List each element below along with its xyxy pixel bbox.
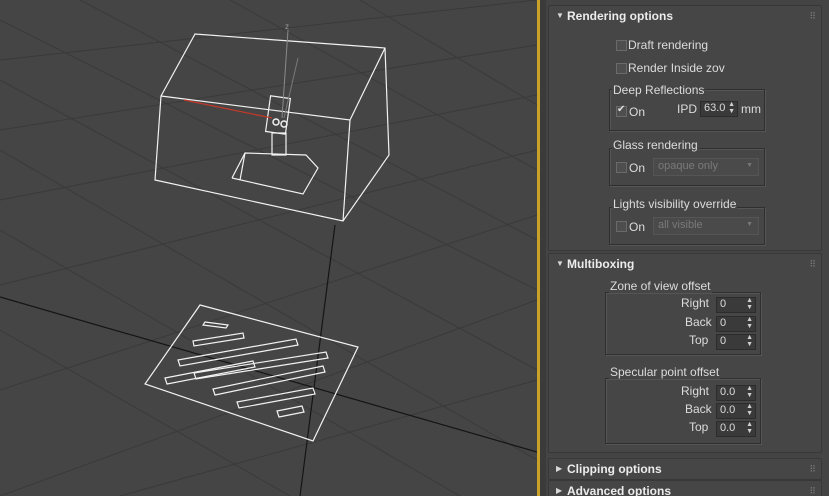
pivot-marker bbox=[272, 118, 280, 126]
spinner-arrows-icon[interactable]: ▲ ▼ bbox=[746, 316, 753, 330]
ipd-value: 63.0 bbox=[704, 102, 726, 114]
draft-rendering-checkbox[interactable] bbox=[616, 40, 627, 51]
rollout-title: Advanced options bbox=[567, 484, 672, 496]
zov-back-label: Back bbox=[685, 315, 712, 329]
zov-right-spinner[interactable]: 0 ▲ ▼ bbox=[716, 297, 756, 313]
pivot-marker-2 bbox=[280, 120, 288, 128]
zov-back-spinner[interactable]: 0 ▲ ▼ bbox=[716, 316, 756, 332]
lights-visibility-mode-dropdown[interactable]: all visible ▼ bbox=[653, 217, 759, 235]
expand-arrow-icon: ▶ bbox=[556, 486, 563, 495]
ipd-unit: mm bbox=[741, 102, 761, 116]
deep-reflections-on-checkbox[interactable] bbox=[616, 104, 627, 117]
collapse-arrow-icon: ▼ bbox=[556, 259, 564, 268]
zov-right-label: Right bbox=[681, 296, 710, 310]
rollout-header-advanced-options[interactable]: ▶ Advanced options ⠿ bbox=[549, 481, 821, 496]
chevron-down-icon: ▼ bbox=[746, 221, 753, 228]
3d-viewport[interactable]: z bbox=[0, 0, 537, 496]
group-title-glass-rendering: Glass rendering bbox=[612, 138, 699, 152]
zov-top-label: Top bbox=[689, 333, 709, 347]
rollout-advanced-options: ▶ Advanced options ⠿ bbox=[548, 480, 822, 496]
z-axis-label: z bbox=[285, 22, 289, 31]
rollout-multiboxing: ▼ Multiboxing ⠿ Zone of view offset Righ… bbox=[548, 253, 822, 453]
group-title-lights-visibility: Lights visibility override bbox=[612, 197, 738, 211]
spinner-arrows-icon[interactable]: ▲ ▼ bbox=[746, 297, 753, 311]
drag-grip-icon[interactable]: ⠿ bbox=[809, 11, 816, 22]
zov-top-spinner[interactable]: 0 ▲ ▼ bbox=[716, 334, 756, 350]
rollout-title: Clipping options bbox=[567, 462, 662, 476]
zov-right-value: 0 bbox=[720, 298, 727, 310]
rollout-title: Rendering options bbox=[567, 9, 673, 23]
specular-right-label: Right bbox=[681, 384, 710, 398]
specular-top-spinner[interactable]: 0.0 ▲ ▼ bbox=[716, 421, 756, 437]
lights-visibility-on-label: On bbox=[629, 220, 646, 234]
specular-back-label: Back bbox=[685, 402, 712, 416]
chevron-down-icon: ▼ bbox=[746, 162, 753, 169]
glass-rendering-mode-value: opaque only bbox=[658, 160, 718, 172]
viewport-scene: z bbox=[0, 0, 537, 496]
rollout-header-rendering-options[interactable]: ▼ Rendering options ⠿ bbox=[549, 6, 821, 26]
group-title-zov-offset: Zone of view offset bbox=[609, 279, 712, 293]
drag-grip-icon[interactable]: ⠿ bbox=[809, 464, 816, 475]
projection-plane-wireframe bbox=[144, 304, 359, 442]
draft-rendering-label: Draft rendering bbox=[628, 38, 709, 52]
render-inside-zov-label: Render Inside zov bbox=[628, 61, 725, 75]
rollout-rendering-options: ▼ Rendering options ⠿ Draft rendering Re… bbox=[548, 5, 822, 251]
zov-top-value: 0 bbox=[720, 335, 727, 347]
rollout-header-multiboxing[interactable]: ▼ Multiboxing ⠿ bbox=[549, 254, 821, 274]
drag-grip-icon[interactable]: ⠿ bbox=[809, 486, 816, 496]
drag-grip-icon[interactable]: ⠿ bbox=[809, 259, 816, 270]
rollout-title: Multiboxing bbox=[567, 257, 635, 271]
grid-lines bbox=[0, 0, 537, 496]
specular-top-value: 0.0 bbox=[720, 422, 736, 434]
ipd-label: IPD bbox=[677, 102, 698, 116]
specular-top-label: Top bbox=[689, 420, 709, 434]
collapse-arrow-icon: ▼ bbox=[556, 11, 564, 20]
specular-right-spinner[interactable]: 0.0 ▲ ▼ bbox=[716, 385, 756, 401]
spinner-arrows-icon[interactable]: ▲ ▼ bbox=[728, 101, 735, 115]
y-axis-line bbox=[283, 57, 299, 119]
expand-arrow-icon: ▶ bbox=[556, 464, 563, 473]
spinner-arrows-icon[interactable]: ▲ ▼ bbox=[746, 385, 753, 399]
specular-right-value: 0.0 bbox=[720, 386, 736, 398]
glass-rendering-mode-dropdown[interactable]: opaque only ▼ bbox=[653, 158, 759, 176]
spinner-arrows-icon[interactable]: ▲ ▼ bbox=[746, 403, 753, 417]
lights-visibility-mode-value: all visible bbox=[658, 219, 703, 231]
zov-back-value: 0 bbox=[720, 317, 727, 329]
render-inside-zov-checkbox[interactable] bbox=[616, 63, 627, 74]
spinner-arrows-icon[interactable]: ▲ ▼ bbox=[746, 334, 753, 348]
rollout-header-clipping-options[interactable]: ▶ Clipping options ⠿ bbox=[549, 459, 821, 479]
grid-main-axes bbox=[0, 224, 537, 496]
deep-reflections-on-label: On bbox=[629, 105, 646, 119]
lights-visibility-on-checkbox[interactable] bbox=[616, 221, 627, 232]
glass-rendering-on-checkbox[interactable] bbox=[616, 162, 627, 173]
group-title-specular-offset: Specular point offset bbox=[609, 365, 721, 379]
specular-back-value: 0.0 bbox=[720, 404, 736, 416]
command-panel: ▼ Rendering options ⠿ Draft rendering Re… bbox=[546, 0, 829, 496]
zone-box-wireframe bbox=[154, 33, 390, 222]
spinner-arrows-icon[interactable]: ▲ ▼ bbox=[746, 421, 753, 435]
glass-rendering-on-label: On bbox=[629, 161, 646, 175]
specular-back-spinner[interactable]: 0.0 ▲ ▼ bbox=[716, 403, 756, 419]
group-title-deep-reflections: Deep Reflections bbox=[612, 83, 706, 97]
ipd-spinner[interactable]: 63.0 ▲ ▼ bbox=[700, 101, 738, 117]
rollout-clipping-options: ▶ Clipping options ⠿ bbox=[548, 458, 822, 480]
